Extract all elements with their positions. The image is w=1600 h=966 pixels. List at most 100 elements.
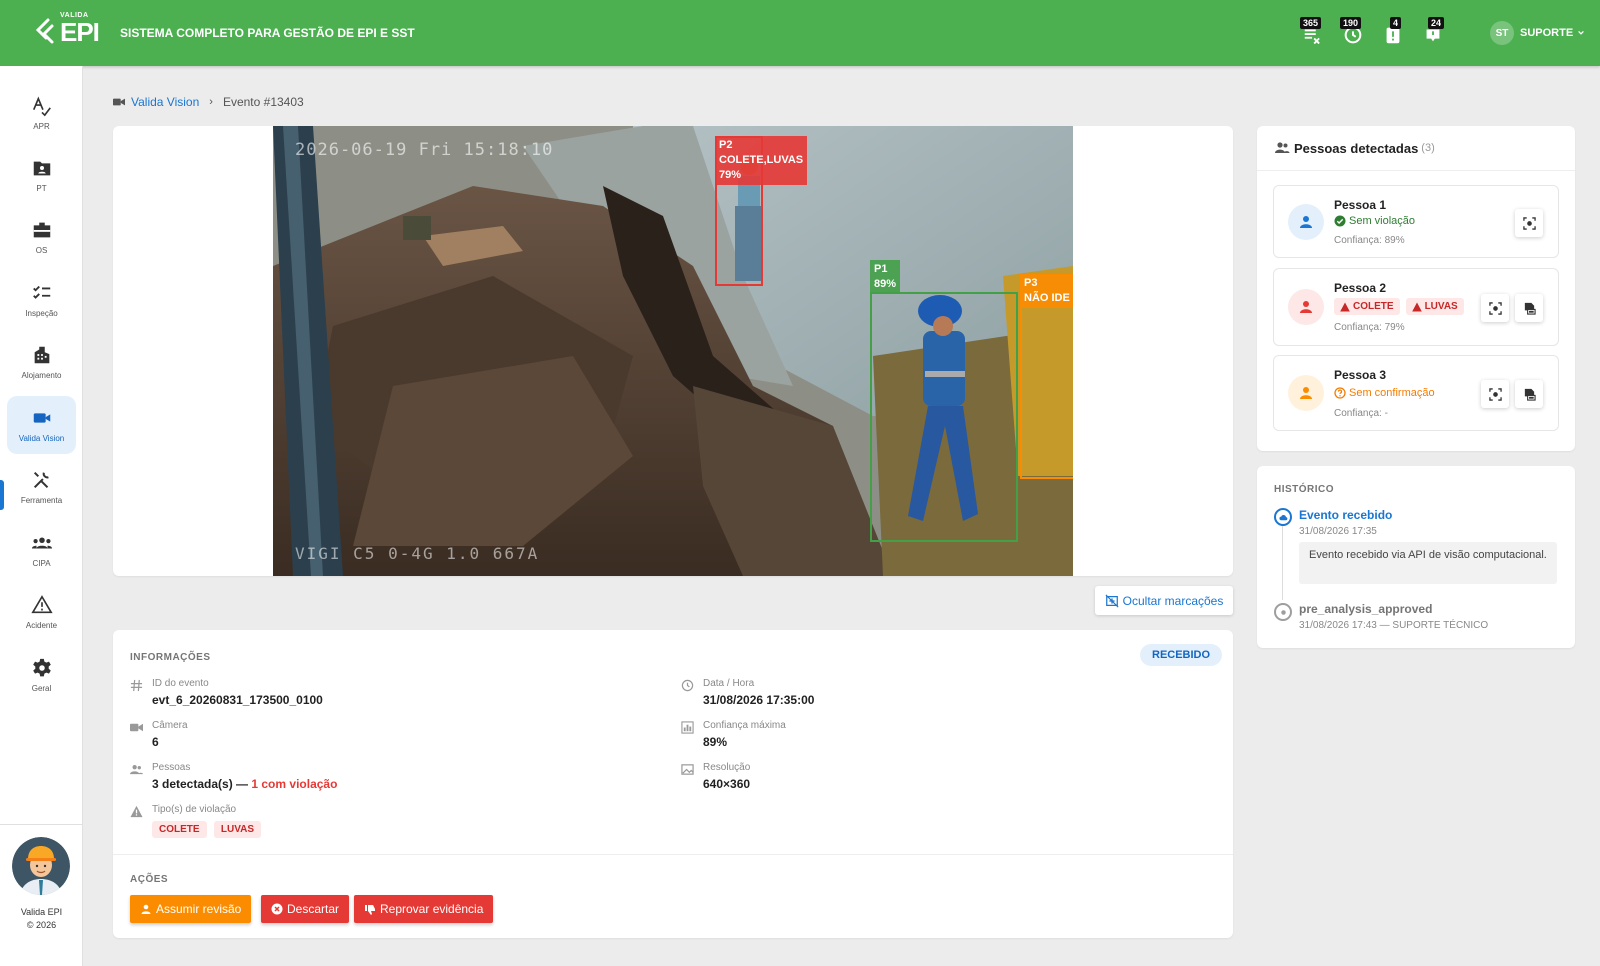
sidebar-item-valida-vision[interactable]: Valida Vision: [7, 396, 76, 454]
field-label: ID do evento: [152, 678, 209, 689]
sidebar-item-acidente[interactable]: Acidente: [7, 583, 76, 641]
tools-icon: [33, 471, 49, 489]
detection-label-p2: P2 COLETE,LUVAS 79%: [715, 136, 808, 185]
button-label: Descartar: [287, 902, 340, 916]
sidebar-item-apr[interactable]: APR: [7, 84, 76, 142]
person-record-button[interactable]: [1515, 294, 1543, 322]
sidebar-item-inspecao[interactable]: Inspeção: [7, 271, 76, 329]
bar-chart-icon: [681, 721, 694, 734]
chip-label: LUVAS: [1424, 301, 1458, 312]
discard-button[interactable]: Descartar: [261, 895, 350, 923]
briefcase-icon: [33, 222, 50, 238]
timestamp-overlay: 2026-06-19 Fri 15:18:10: [295, 140, 554, 160]
person-name: Pessoa 2: [1334, 281, 1387, 295]
gear-icon: [32, 658, 51, 677]
sidebar-item-label: Geral: [31, 684, 52, 693]
top-app-bar: VALIDA EPI SISTEMA COMPLETO PARA GESTÃO …: [0, 0, 1600, 66]
focus-person-button[interactable]: [1515, 209, 1543, 237]
user-menu[interactable]: ST SUPORTE: [1490, 21, 1585, 45]
building-icon: [34, 346, 49, 364]
notifications-count-badge: 24: [1428, 17, 1445, 29]
pending-count-badge: 365: [1300, 17, 1322, 29]
violation-chip-luvas: LUVAS: [1405, 298, 1464, 315]
chevron-down-icon: [1578, 30, 1585, 35]
timeline-dot-icon: [1274, 603, 1292, 621]
brand-big-text: EPI: [60, 17, 100, 47]
hide-markings-label: Ocultar marcações: [1122, 593, 1224, 608]
timeline-event-date: 31/08/2026 17:35: [1299, 526, 1377, 537]
sidebar: APR PT OS Inspeção Alojamento Valida Vis…: [0, 66, 83, 966]
detection-box-p1[interactable]: [870, 292, 1018, 542]
sidebar-item-geral[interactable]: Geral: [7, 646, 76, 704]
people-detected-text: 3 detectada(s) —: [152, 777, 249, 791]
pending-list-icon[interactable]: 365: [1300, 17, 1324, 46]
group-icon: [31, 537, 52, 549]
timeline-event-title: pre_analysis_approved: [1299, 602, 1433, 616]
person-card-1[interactable]: Pessoa 1 Sem violação Confiança: 89%: [1273, 185, 1559, 258]
chevron-right-icon: ›: [209, 96, 213, 108]
sidebar-item-label: Acidente: [25, 621, 58, 630]
history-card: HISTÓRICO Evento recebido 31/08/2026 17:…: [1257, 466, 1575, 648]
history-section-title: HISTÓRICO: [1274, 484, 1335, 495]
detection-label-p1: P1 89%: [870, 260, 901, 294]
clock-icon: [681, 679, 694, 692]
people-icon: [1275, 142, 1290, 153]
person-name: Pessoa 3: [1334, 368, 1387, 382]
sidebar-footer: Valida EPI © 2026: [0, 824, 83, 966]
sidebar-item-cipa[interactable]: CIPA: [7, 521, 76, 579]
focus-frame-icon: [1522, 216, 1536, 230]
evidence-image-card: 2026-06-19 Fri 15:18:10 VIGI C5 0-4G 1.0…: [113, 126, 1233, 576]
breadcrumb: Valida Vision › Evento #13403: [113, 95, 304, 109]
app-title: SISTEMA COMPLETO PARA GESTÃO DE EPI E SS…: [120, 26, 415, 40]
person-card-2[interactable]: Pessoa 2 COLETE LUVAS Confiança: 79%: [1273, 268, 1559, 346]
assume-review-button[interactable]: Assumir revisão: [130, 895, 252, 923]
hide-markings-icon: [1105, 593, 1119, 608]
violation-chip-colete: COLETE: [1334, 298, 1400, 315]
clock-history-icon[interactable]: 190: [1340, 17, 1364, 46]
image-icon: [681, 764, 694, 775]
field-label: Pessoas: [152, 762, 191, 773]
field-value: evt_6_20260831_173500_0100: [152, 693, 323, 707]
focus-person-button[interactable]: [1481, 294, 1509, 322]
thumbs-down-icon: [365, 905, 375, 915]
focus-frame-icon: [1488, 387, 1502, 401]
alert-clipboard-icon[interactable]: 4: [1382, 17, 1404, 46]
reject-evidence-button[interactable]: Reprovar evidência: [354, 895, 494, 923]
hide-markings-button[interactable]: Ocultar marcações: [1095, 586, 1233, 615]
person-violation-chips: COLETE LUVAS: [1334, 298, 1470, 315]
person-status-text: Sem confirmação: [1349, 387, 1435, 399]
timeline-event-note: Evento recebido via API de visão computa…: [1299, 542, 1557, 584]
person-confidence: Confiança: 89%: [1334, 235, 1405, 246]
history-count-badge: 190: [1340, 17, 1362, 29]
detection-confidence: 89%: [874, 278, 897, 290]
brand-logo[interactable]: VALIDA EPI: [34, 12, 100, 50]
detection-violations: COLETE,LUVAS: [719, 154, 804, 166]
sidebar-item-os[interactable]: OS: [7, 208, 76, 266]
people-panel-header: Pessoas detectadas (3): [1274, 140, 1435, 156]
document-gallery-icon: [1524, 302, 1536, 315]
camera-id-overlay: VIGI C5 0-4G 1.0 667A: [295, 544, 540, 563]
person-card-3[interactable]: Pessoa 3 Sem confirmação Confiança: -: [1273, 355, 1559, 431]
notification-bell-icon[interactable]: 24: [1422, 17, 1445, 46]
detection-id: P2: [719, 139, 733, 151]
focus-person-button[interactable]: [1481, 380, 1509, 408]
sidebar-item-alojamento[interactable]: Alojamento: [7, 333, 76, 391]
check-circle-icon: [1334, 215, 1346, 227]
id-folder-icon: [33, 161, 50, 176]
detection-confidence: 79%: [719, 169, 742, 181]
chip-label: COLETE: [1353, 301, 1394, 312]
field-value: 6: [152, 735, 159, 749]
sidebar-item-pt[interactable]: PT: [7, 146, 76, 204]
field-label: Câmera: [152, 720, 188, 731]
warning-icon: [1411, 302, 1422, 311]
breadcrumb-link-valida-vision[interactable]: Valida Vision: [131, 95, 199, 109]
sidebar-item-label: OS: [35, 246, 48, 255]
field-value: 31/08/2026 17:35:00: [703, 693, 815, 707]
person-status: Sem confirmação: [1334, 387, 1435, 399]
sidebar-item-ferramenta[interactable]: Ferramenta: [7, 458, 76, 516]
people-count: (3): [1421, 142, 1435, 154]
field-value: 640×360: [703, 777, 751, 791]
document-gallery-icon: [1524, 388, 1536, 401]
status-badge: RECEBIDO: [1140, 644, 1223, 666]
person-record-button[interactable]: [1515, 380, 1543, 408]
